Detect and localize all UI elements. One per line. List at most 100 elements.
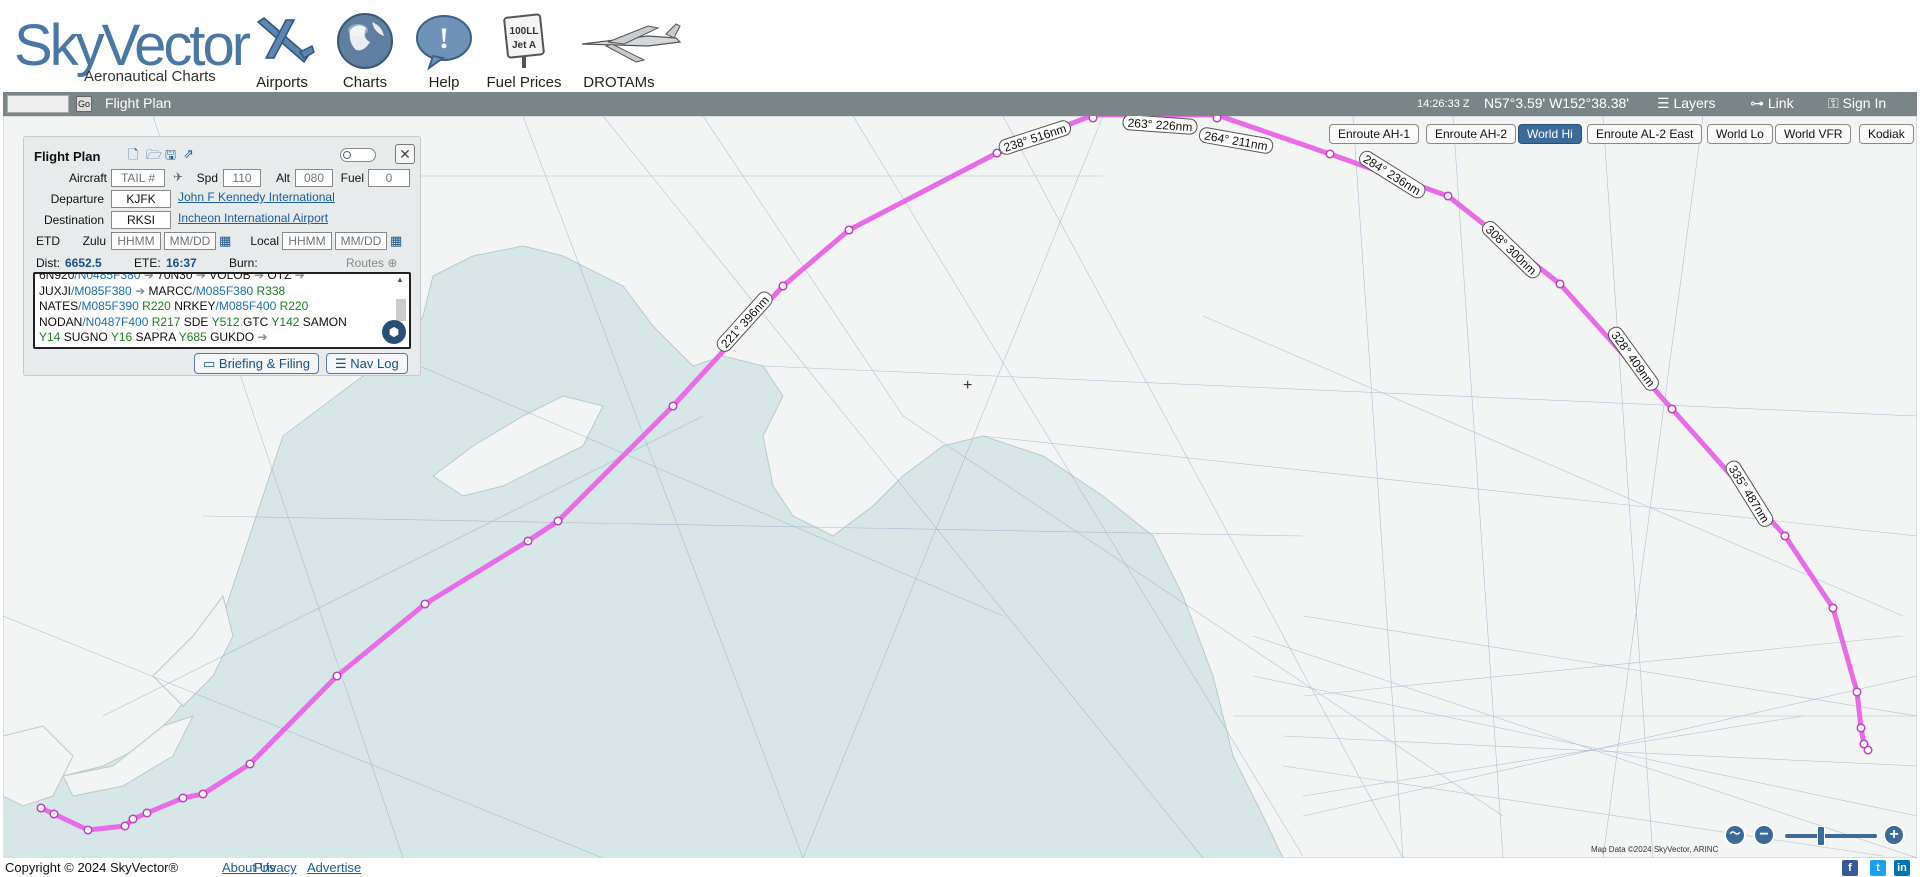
speed-input[interactable] — [223, 169, 261, 187]
waypoint-marker[interactable] — [1856, 723, 1866, 733]
waypoint-marker[interactable] — [120, 821, 130, 831]
calendar-icon[interactable]: ▦ — [390, 233, 402, 249]
privacy-link[interactable]: Privacy — [254, 860, 297, 875]
measure-icon[interactable]: 〜 — [1724, 824, 1746, 846]
aircraft-tail-input[interactable] — [111, 169, 165, 187]
go-button[interactable]: Go — [76, 96, 92, 112]
help-bubble-icon: ! — [416, 15, 472, 70]
destination-airport-link[interactable]: Incheon International Airport — [178, 211, 328, 225]
hexagon-app-icon[interactable]: ⬢ — [382, 320, 406, 344]
chart-button-enroute-ah-1[interactable]: Enroute AH-1 — [1329, 124, 1420, 144]
zulu-time-input[interactable] — [111, 232, 161, 250]
site-header: SkyVector Aeronautical Charts Airports C… — [0, 0, 1920, 92]
link-button[interactable]: ⊶ Link — [1750, 95, 1794, 112]
airway-token: R338 — [256, 283, 286, 298]
chart-button-kodiak[interactable]: Kodiak — [1859, 124, 1914, 144]
zulu-date-input[interactable] — [164, 232, 216, 250]
airplane-small-icon[interactable]: ✈ — [173, 170, 183, 184]
waypoint-marker[interactable] — [420, 599, 430, 609]
search-input[interactable] — [7, 95, 69, 113]
chart-button-enroute-al-2-east[interactable]: Enroute AL-2 East — [1587, 124, 1703, 144]
departure-label: Departure — [50, 192, 104, 206]
advertise-link[interactable]: Advertise — [307, 860, 361, 875]
nav-airports[interactable]: Airports — [252, 12, 315, 91]
briefing-filing-button[interactable]: ▭ Briefing & Filing — [194, 353, 319, 374]
open-folder-icon[interactable]: 🗁 — [146, 146, 162, 168]
waypoint-marker[interactable] — [778, 281, 788, 291]
waypoint-marker[interactable] — [1555, 279, 1565, 289]
waypoint-marker[interactable] — [1852, 687, 1862, 697]
waypoint-marker[interactable] — [1828, 603, 1838, 613]
nav-log-label: Nav Log — [350, 356, 399, 371]
local-time-input[interactable] — [282, 232, 332, 250]
new-file-icon[interactable]: 🗋 — [128, 146, 138, 168]
waypoint-marker[interactable] — [1859, 739, 1869, 749]
zulu-clock: 14:26:33 Z — [1417, 98, 1470, 110]
nav-help[interactable]: ! Help — [414, 12, 474, 91]
waypoint-marker[interactable] — [1325, 149, 1335, 159]
calendar-icon[interactable]: ▦ — [219, 233, 231, 249]
desk-icon: ▭ — [203, 356, 216, 371]
nav-charts[interactable]: Charts — [335, 12, 395, 91]
waypoint-marker[interactable] — [553, 516, 563, 526]
skyvector-logo[interactable]: SkyVector Aeronautical Charts — [14, 16, 251, 88]
share-icon[interactable]: ⇗ — [183, 146, 194, 162]
waypoint-marker[interactable] — [844, 225, 854, 235]
nav-fuel-prices[interactable]: 100LL Jet A Fuel Prices — [486, 12, 562, 91]
fuel-input[interactable] — [368, 169, 410, 187]
nav-label: Charts — [342, 74, 388, 91]
airway-token: R220 — [142, 299, 171, 313]
list-icon: ☰ — [335, 356, 347, 371]
waypoint-marker[interactable] — [1780, 531, 1790, 541]
facebook-icon[interactable]: f — [1842, 860, 1858, 876]
nav-drotams[interactable]: DROTAMs — [578, 12, 682, 91]
layers-icon: ☰ — [1657, 95, 1670, 111]
waypoint-marker[interactable] — [178, 793, 188, 803]
waypoint-marker[interactable] — [142, 808, 152, 818]
chart-button-world-lo[interactable]: World Lo — [1707, 124, 1773, 144]
sign-in-label: Sign In — [1842, 95, 1887, 111]
routes-button[interactable]: Routes ⊕ — [346, 256, 397, 270]
departure-airport-link[interactable]: John F Kennedy International — [178, 190, 335, 204]
twitter-icon[interactable]: t — [1870, 860, 1886, 876]
waypoint-marker[interactable] — [128, 814, 138, 824]
close-panel-button[interactable]: ✕ — [395, 144, 415, 164]
waypoint-marker[interactable] — [523, 536, 533, 546]
chart-button-enroute-ah-2[interactable]: Enroute AH-2 — [1426, 124, 1517, 144]
local-date-input[interactable] — [335, 232, 387, 250]
zoom-slider-track[interactable] — [1785, 834, 1877, 838]
waypoint-marker[interactable] — [1212, 116, 1222, 123]
waypoint-token: GUKDO — [210, 330, 255, 344]
zoom-slider-handle[interactable] — [1817, 826, 1825, 846]
waypoint-marker[interactable] — [198, 789, 208, 799]
svg-text:!: ! — [439, 22, 449, 55]
save-icon[interactable]: 🖫 — [165, 146, 176, 168]
chart-button-world-vfr[interactable]: World VFR — [1775, 124, 1852, 144]
route-text-area[interactable]: 6N920/N0485F380 ➔ 70N30 ➔ VOLOB ➔ OTZ ➔ J… — [33, 272, 411, 349]
waypoint-marker[interactable] — [1443, 191, 1453, 201]
nav-log-button[interactable]: ☰ Nav Log — [326, 353, 408, 374]
route-line: NODAN/N0487F400 R217 SDE Y512 GTC Y142 S… — [39, 315, 385, 331]
fuel-label: Fuel — [340, 171, 364, 185]
waypoint-marker[interactable] — [245, 759, 255, 769]
waypoint-marker[interactable] — [49, 809, 59, 819]
sign-in-button[interactable]: ⚿ Sign In — [1828, 95, 1886, 112]
destination-code-field[interactable]: RKSI — [111, 211, 171, 229]
waypoint-marker[interactable] — [83, 825, 93, 835]
link-label: Link — [1767, 95, 1794, 111]
chart-button-world-hi[interactable]: World Hi — [1518, 124, 1582, 144]
toggle-switch[interactable] — [340, 148, 376, 162]
waypoint-marker[interactable] — [332, 671, 342, 681]
top-toolbar: Go Flight Plan 14:26:33 Z N57°3.59' W152… — [3, 92, 1917, 116]
waypoint-marker[interactable] — [36, 803, 46, 813]
linkedin-icon[interactable]: in — [1894, 860, 1910, 876]
waypoint-marker[interactable] — [1088, 116, 1098, 123]
altitude-input[interactable] — [295, 169, 333, 187]
waypoint-marker[interactable] — [1667, 404, 1677, 414]
departure-code-field[interactable]: KJFK — [111, 190, 171, 208]
zoom-in-button[interactable]: + — [1883, 824, 1905, 846]
layers-button[interactable]: ☰ Layers — [1657, 95, 1715, 112]
zoom-out-button[interactable]: − — [1753, 824, 1775, 846]
toolbar-flight-plan-link[interactable]: Flight Plan — [105, 95, 171, 111]
waypoint-marker[interactable] — [668, 401, 678, 411]
